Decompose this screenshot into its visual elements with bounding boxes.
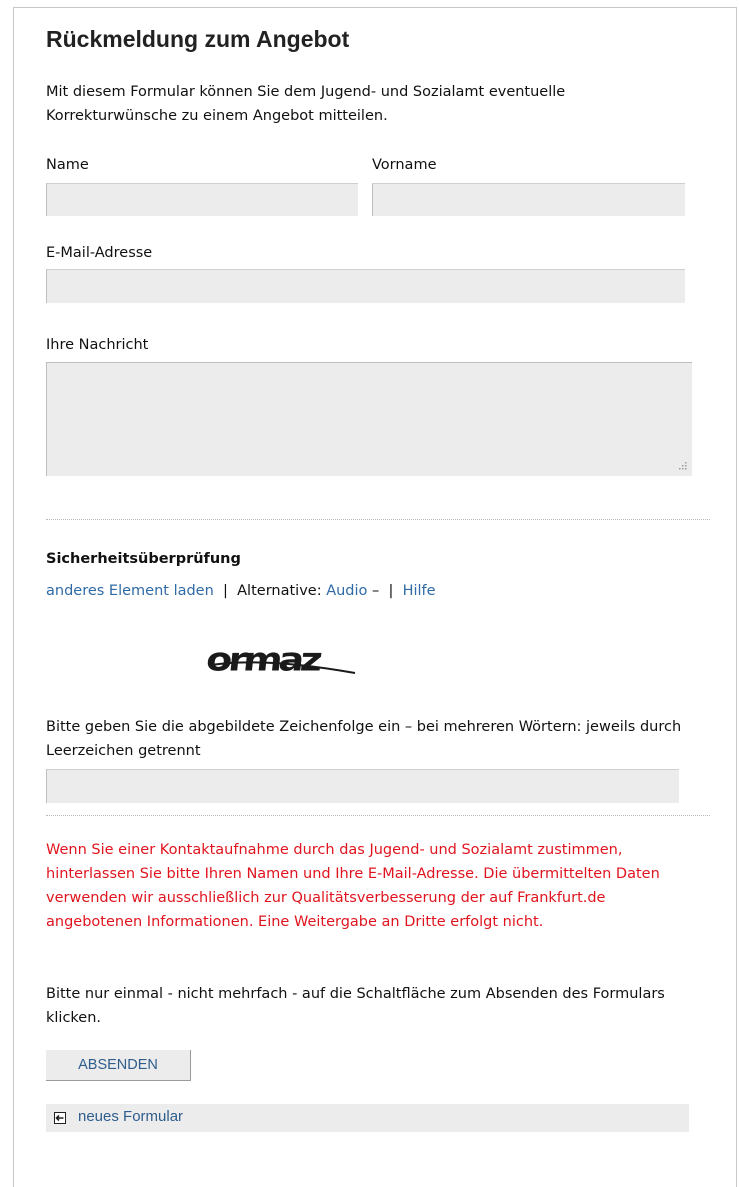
intro-text: Mit diesem Formular können Sie dem Jugen…	[46, 84, 566, 124]
vorname-field[interactable]	[372, 183, 685, 216]
message-label: Ihre Nachricht	[46, 337, 149, 353]
page-title: Rückmeldung zum Angebot	[46, 26, 350, 52]
audio-captcha-link[interactable]: Audio	[326, 583, 367, 599]
message-textarea[interactable]	[46, 362, 692, 476]
separator: |	[388, 583, 394, 599]
section-divider	[46, 519, 710, 520]
submit-hint: Bitte nur einmal - nicht mehrfach - auf …	[46, 986, 665, 1026]
alternative-label: Alternative:	[237, 583, 322, 599]
submit-button[interactable]: ABSENDEN	[46, 1050, 191, 1081]
reload-captcha-link[interactable]: anderes Element laden	[46, 583, 214, 599]
captcha-image: ormaz	[205, 641, 356, 679]
email-field[interactable]	[46, 269, 685, 303]
consent-notice: Wenn Sie einer Kontaktaufnahme durch das…	[46, 842, 660, 930]
captcha-input[interactable]	[46, 769, 679, 803]
dash: –	[372, 583, 380, 599]
boxed-arrow-icon	[54, 1112, 66, 1124]
new-form-link[interactable]: neues Formular	[78, 1108, 183, 1125]
email-label: E-Mail-Adresse	[46, 245, 153, 261]
resize-grip-icon[interactable]	[676, 461, 688, 473]
help-link[interactable]: Hilfe	[403, 583, 436, 599]
section-divider	[46, 815, 710, 816]
new-form-bar[interactable]: neues Formular	[46, 1104, 689, 1132]
captcha-options-row: anderes Element laden | Alternative: Aud…	[46, 583, 436, 599]
name-field[interactable]	[46, 183, 358, 216]
name-label: Name	[46, 157, 89, 173]
vorname-label: Vorname	[372, 157, 437, 173]
security-title: Sicherheitsüberprüfung	[46, 551, 241, 567]
separator: |	[223, 583, 228, 599]
captcha-hint: Bitte geben Sie die abgebildete Zeichenf…	[46, 719, 682, 759]
captcha-text: ormaz	[205, 641, 323, 678]
